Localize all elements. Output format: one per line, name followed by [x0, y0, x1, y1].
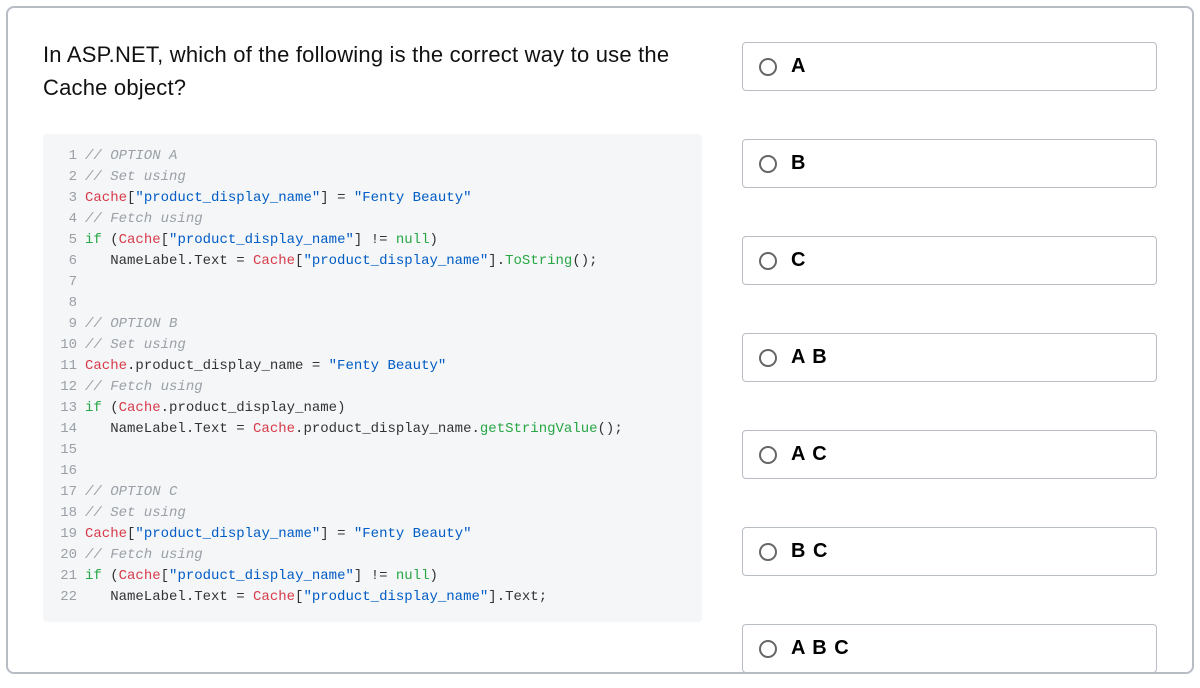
code-line: 8: [53, 293, 688, 314]
answer-label: B: [791, 152, 806, 175]
code-line: 14 NameLabel.Text = Cache.product_displa…: [53, 419, 688, 440]
code-line: 19 Cache["product_display_name"] = "Fenty…: [53, 524, 688, 545]
radio-icon: [759, 155, 777, 173]
code-content: // Set using: [85, 503, 186, 524]
answer-option-3[interactable]: A B: [742, 333, 1157, 382]
answers-column: ABCA BA CB CA B C: [742, 38, 1157, 642]
code-content: // Fetch using: [85, 545, 203, 566]
radio-icon: [759, 252, 777, 270]
code-content: NameLabel.Text = Cache["product_display_…: [85, 587, 547, 608]
radio-icon: [759, 58, 777, 76]
code-line: 18 // Set using: [53, 503, 688, 524]
line-number: 9: [53, 314, 77, 335]
line-number: 6: [53, 251, 77, 272]
answer-option-6[interactable]: A B C: [742, 624, 1157, 673]
line-number: 1: [53, 146, 77, 167]
code-line: 22 NameLabel.Text = Cache["product_displ…: [53, 587, 688, 608]
answer-label: A B: [791, 346, 828, 369]
code-block: 1 // OPTION A 2 // Set using 3 Cache["product…: [43, 134, 702, 622]
code-line: 3 Cache["product_display_name"] = "Fenty …: [53, 188, 688, 209]
radio-icon: [759, 543, 777, 561]
code-line: 11 Cache.product_display_name = "Fenty Be…: [53, 356, 688, 377]
code-content: Cache["product_display_name"] = "Fenty B…: [85, 524, 472, 545]
code-line: 17 // OPTION C: [53, 482, 688, 503]
answer-option-0[interactable]: A: [742, 42, 1157, 91]
answer-label: A: [791, 55, 806, 78]
answer-option-2[interactable]: C: [742, 236, 1157, 285]
code-line: 4 // Fetch using: [53, 209, 688, 230]
line-number: 3: [53, 188, 77, 209]
line-number: 22: [53, 587, 77, 608]
answer-option-1[interactable]: B: [742, 139, 1157, 188]
code-content: // OPTION C: [85, 482, 177, 503]
answer-label: B C: [791, 540, 828, 563]
code-line: 6 NameLabel.Text = Cache["product_displa…: [53, 251, 688, 272]
code-content: if (Cache["product_display_name"] != nul…: [85, 230, 438, 251]
code-line: 15: [53, 440, 688, 461]
quiz-frame: In ASP.NET, which of the following is th…: [6, 6, 1194, 674]
radio-icon: [759, 640, 777, 658]
code-line: 1 // OPTION A: [53, 146, 688, 167]
line-number: 4: [53, 209, 77, 230]
code-line: 20 // Fetch using: [53, 545, 688, 566]
answer-option-5[interactable]: B C: [742, 527, 1157, 576]
line-number: 2: [53, 167, 77, 188]
code-line: 10 // Set using: [53, 335, 688, 356]
line-number: 19: [53, 524, 77, 545]
code-content: // Set using: [85, 335, 186, 356]
line-number: 11: [53, 356, 77, 377]
code-content: // Set using: [85, 167, 186, 188]
code-content: Cache.product_display_name = "Fenty Beau…: [85, 356, 446, 377]
line-number: 5: [53, 230, 77, 251]
line-number: 15: [53, 440, 77, 461]
question-text: In ASP.NET, which of the following is th…: [43, 38, 702, 104]
line-number: 20: [53, 545, 77, 566]
line-number: 13: [53, 398, 77, 419]
line-number: 17: [53, 482, 77, 503]
code-content: NameLabel.Text = Cache.product_display_n…: [85, 419, 623, 440]
question-column: In ASP.NET, which of the following is th…: [43, 38, 702, 642]
code-content: if (Cache.product_display_name): [85, 398, 345, 419]
code-content: // OPTION B: [85, 314, 177, 335]
line-number: 21: [53, 566, 77, 587]
line-number: 12: [53, 377, 77, 398]
line-number: 10: [53, 335, 77, 356]
answer-option-4[interactable]: A C: [742, 430, 1157, 479]
line-number: 18: [53, 503, 77, 524]
code-content: // OPTION A: [85, 146, 177, 167]
answer-label: A B C: [791, 637, 850, 660]
code-content: NameLabel.Text = Cache["product_display_…: [85, 251, 598, 272]
code-line: 12 // Fetch using: [53, 377, 688, 398]
code-content: // Fetch using: [85, 377, 203, 398]
code-content: if (Cache["product_display_name"] != nul…: [85, 566, 438, 587]
line-number: 8: [53, 293, 77, 314]
code-content: Cache["product_display_name"] = "Fenty B…: [85, 188, 472, 209]
code-line: 21 if (Cache["product_display_name"] != n…: [53, 566, 688, 587]
code-line: 7: [53, 272, 688, 293]
radio-icon: [759, 349, 777, 367]
code-content: // Fetch using: [85, 209, 203, 230]
line-number: 16: [53, 461, 77, 482]
line-number: 14: [53, 419, 77, 440]
line-number: 7: [53, 272, 77, 293]
answer-label: A C: [791, 443, 828, 466]
code-line: 16: [53, 461, 688, 482]
answer-label: C: [791, 249, 806, 272]
code-line: 13 if (Cache.product_display_name): [53, 398, 688, 419]
radio-icon: [759, 446, 777, 464]
code-line: 5 if (Cache["product_display_name"] != nu…: [53, 230, 688, 251]
code-line: 2 // Set using: [53, 167, 688, 188]
code-line: 9 // OPTION B: [53, 314, 688, 335]
